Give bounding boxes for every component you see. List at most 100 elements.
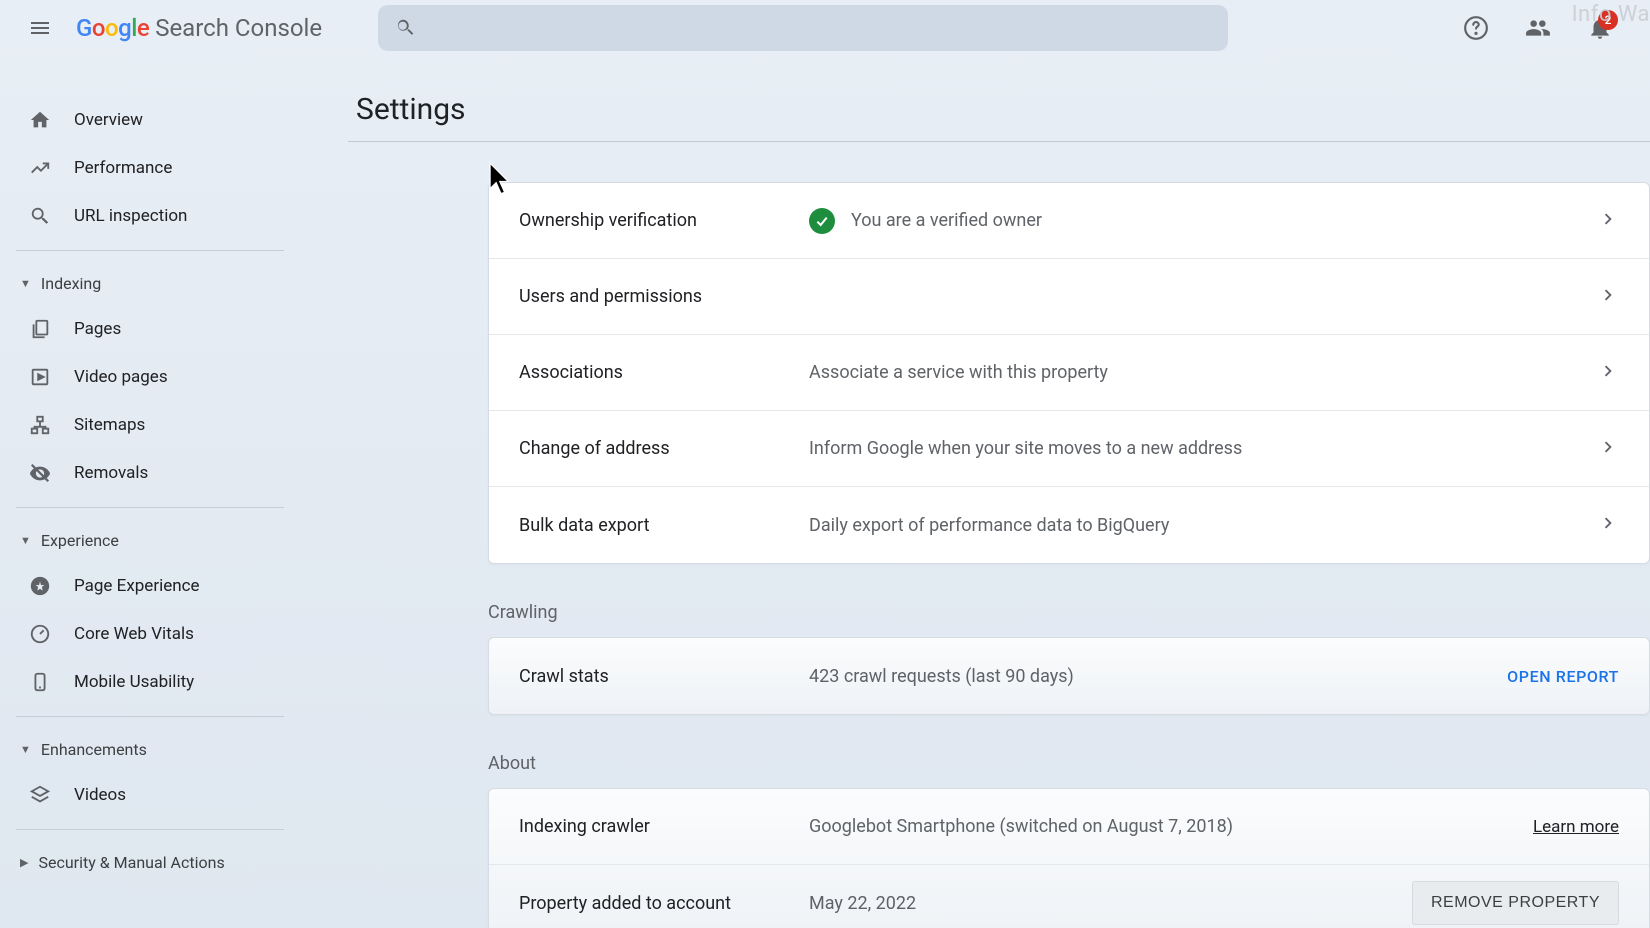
row-ownership-verification[interactable]: Ownership verification You are a verifie… xyxy=(489,183,1649,259)
row-desc: Inform Google when your site moves to a … xyxy=(809,438,1597,459)
section-crawling-heading: Crawling xyxy=(488,602,1650,623)
row-label: Bulk data export xyxy=(519,515,809,536)
removals-icon xyxy=(28,461,52,485)
nav-label: Pages xyxy=(74,319,121,339)
section-label: Enhancements xyxy=(41,740,147,759)
remove-property-button[interactable]: REMOVE PROPERTY xyxy=(1412,881,1619,925)
row-change-address[interactable]: Change of address Inform Google when you… xyxy=(489,411,1649,487)
nav-performance[interactable]: Performance xyxy=(0,144,300,192)
nav-label: Core Web Vitals xyxy=(74,624,194,644)
row-crawl-stats[interactable]: Crawl stats 423 crawl requests (last 90 … xyxy=(489,638,1649,714)
page-experience-icon xyxy=(28,574,52,598)
row-desc: May 22, 2022 xyxy=(809,893,1412,914)
people-button[interactable] xyxy=(1516,6,1560,50)
chevron-right-icon xyxy=(1597,512,1619,538)
nav-label: Sitemaps xyxy=(74,415,145,435)
row-associations[interactable]: Associations Associate a service with th… xyxy=(489,335,1649,411)
sitemap-icon xyxy=(28,413,52,437)
section-enhancements[interactable]: ▼ Enhancements xyxy=(0,727,300,771)
nav-pages[interactable]: Pages xyxy=(0,305,300,353)
nav-mobile-usability[interactable]: Mobile Usability xyxy=(0,658,300,706)
menu-button[interactable] xyxy=(16,4,64,52)
nav-removals[interactable]: Removals xyxy=(0,449,300,497)
row-property-added: Property added to account May 22, 2022 R… xyxy=(489,865,1649,928)
row-users-permissions[interactable]: Users and permissions xyxy=(489,259,1649,335)
nav-label: Performance xyxy=(74,158,172,178)
settings-card: Ownership verification You are a verifie… xyxy=(488,182,1650,564)
nav-label: Page Experience xyxy=(74,576,200,596)
nav-url-inspection[interactable]: URL inspection xyxy=(0,192,300,240)
chevron-right-icon xyxy=(1597,436,1619,462)
row-label: Associations xyxy=(519,362,809,383)
layers-icon xyxy=(28,783,52,807)
search-icon xyxy=(28,204,52,228)
nav-core-web-vitals[interactable]: Core Web Vitals xyxy=(0,610,300,658)
row-label: Users and permissions xyxy=(519,286,809,307)
speed-icon xyxy=(28,622,52,646)
chevron-right-icon xyxy=(1597,360,1619,386)
search-bar[interactable] xyxy=(378,5,1228,51)
row-indexing-crawler: Indexing crawler Googlebot Smartphone (s… xyxy=(489,789,1649,865)
nav-label: Mobile Usability xyxy=(74,672,194,692)
product-name: Search Console xyxy=(155,14,322,42)
mobile-icon xyxy=(28,670,52,694)
search-icon xyxy=(394,17,416,39)
logo[interactable]: Google Search Console xyxy=(76,14,322,42)
nav-video-pages[interactable]: Video pages xyxy=(0,353,300,401)
row-label: Property added to account xyxy=(519,893,809,914)
notifications-button[interactable]: 2 xyxy=(1578,6,1622,50)
caret-down-icon: ▼ xyxy=(20,277,31,290)
row-label: Ownership verification xyxy=(519,210,809,231)
caret-down-icon: ▼ xyxy=(20,534,31,547)
nav-overview[interactable]: Overview xyxy=(0,96,300,144)
chevron-right-icon xyxy=(1597,208,1619,234)
row-label: Crawl stats xyxy=(519,666,809,687)
section-label: Experience xyxy=(41,531,119,550)
nav-label: Video pages xyxy=(74,367,168,387)
title-divider xyxy=(348,141,1650,142)
page-title: Settings xyxy=(348,92,1650,127)
section-security[interactable]: ▶ Security & Manual Actions xyxy=(0,840,300,884)
header-actions: 2 xyxy=(1454,6,1634,50)
app-header: Google Search Console 2 xyxy=(0,0,1650,56)
video-pages-icon xyxy=(28,365,52,389)
help-button[interactable] xyxy=(1454,6,1498,50)
nav-page-experience[interactable]: Page Experience xyxy=(0,562,300,610)
check-icon xyxy=(809,208,835,234)
google-logo: Google xyxy=(76,14,149,42)
nav-label: Videos xyxy=(74,785,126,805)
trend-icon xyxy=(28,156,52,180)
row-desc: Associate a service with this property xyxy=(809,362,1597,383)
about-card: Indexing crawler Googlebot Smartphone (s… xyxy=(488,788,1650,928)
section-label: Indexing xyxy=(41,274,101,293)
row-label: Indexing crawler xyxy=(519,816,809,837)
nav-sitemaps[interactable]: Sitemaps xyxy=(0,401,300,449)
home-icon xyxy=(28,108,52,132)
nav-videos[interactable]: Videos xyxy=(0,771,300,819)
nav-label: Removals xyxy=(74,463,148,483)
section-indexing[interactable]: ▼ Indexing xyxy=(0,261,300,305)
caret-right-icon: ▶ xyxy=(20,856,28,869)
hamburger-icon xyxy=(28,16,52,40)
row-desc: You are a verified owner xyxy=(809,208,1597,234)
status-text: You are a verified owner xyxy=(851,210,1042,231)
pages-icon xyxy=(28,317,52,341)
nav-label: URL inspection xyxy=(74,206,187,226)
caret-down-icon: ▼ xyxy=(20,743,31,756)
row-label: Change of address xyxy=(519,438,809,459)
chevron-right-icon xyxy=(1597,284,1619,310)
people-icon xyxy=(1525,15,1551,41)
row-desc: 423 crawl requests (last 90 days) xyxy=(809,666,1507,687)
crawling-card: Crawl stats 423 crawl requests (last 90 … xyxy=(488,637,1650,715)
open-report-link[interactable]: OPEN REPORT xyxy=(1507,667,1619,686)
learn-more-link[interactable]: Learn more xyxy=(1533,817,1619,837)
nav-label: Overview xyxy=(74,110,143,130)
section-experience[interactable]: ▼ Experience xyxy=(0,518,300,562)
main-content: Settings Ownership verification You are … xyxy=(300,56,1650,928)
row-bulk-data-export[interactable]: Bulk data export Daily export of perform… xyxy=(489,487,1649,563)
help-icon xyxy=(1463,15,1489,41)
section-about-heading: About xyxy=(488,753,1650,774)
row-desc: Googlebot Smartphone (switched on August… xyxy=(809,816,1533,837)
sidebar: Overview Performance URL inspection ▼ In… xyxy=(0,56,300,928)
notification-badge: 2 xyxy=(1598,10,1618,30)
